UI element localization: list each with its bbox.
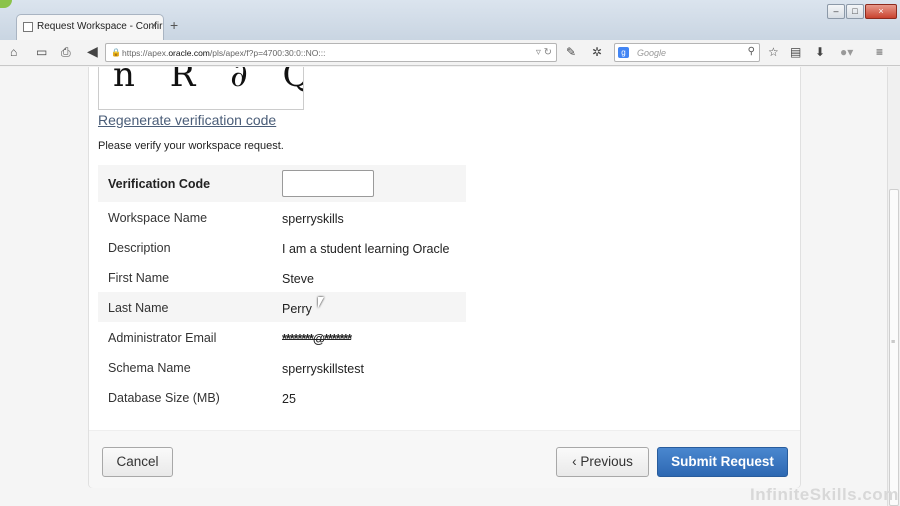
tab-title: Request Workspace - Confirm... [37, 21, 163, 32]
request-workspace-panel: n R ∂ Q D Regenerate verification code P… [88, 67, 801, 488]
table-row: Administrator Email ********@******* [98, 322, 466, 352]
maximize-button[interactable]: □ [846, 4, 864, 19]
description-value: I am a student learning Oracle [282, 242, 450, 256]
url-path: /pls/apex/f?p=4700:30:0::NO::: [209, 48, 326, 58]
database-size-value: 25 [282, 392, 296, 406]
clipboard-icon[interactable]: ▤ [790, 44, 801, 60]
address-bar[interactable]: 🔒 https://apex.oracle.com/pls/apex/f?p=4… [105, 43, 557, 62]
page-viewport: n R ∂ Q D Regenerate verification code P… [0, 67, 887, 506]
search-placeholder: Google [637, 48, 667, 58]
verification-code-input[interactable] [282, 170, 374, 197]
window-icon[interactable]: ▭ [36, 44, 47, 60]
lock-icon: 🔒 [111, 48, 121, 57]
url-prefix: https://apex. [122, 48, 169, 58]
wrench-icon[interactable]: ✎ [566, 44, 576, 60]
first-name-value: Steve [282, 272, 314, 286]
vertical-scrollbar[interactable]: ≡ [887, 67, 900, 506]
app-logo-icon [0, 0, 12, 8]
admin-email-value-redacted: ********@******* [282, 332, 352, 346]
verify-instructions: Please verify your workspace request. [98, 140, 284, 152]
scrollbar-thumb[interactable] [889, 189, 899, 506]
table-row: Schema Name sperryskillstest [98, 352, 466, 382]
browser-tab[interactable]: Request Workspace - Confirm... × [16, 14, 164, 40]
window-titlebar: Request Workspace - Confirm... × + – □ × [0, 0, 900, 40]
schema-name-value: sperryskillstest [282, 362, 364, 376]
cancel-button[interactable]: Cancel [102, 447, 173, 477]
navigation-toolbar: ⌂ ▭ ⎙ ◀ 🔒 https://apex.oracle.com/pls/ap… [0, 40, 900, 66]
url-host: oracle.com [168, 48, 210, 58]
table-row: Workspace Name sperryskills [98, 202, 466, 232]
workspace-name-value: sperryskills [282, 212, 344, 226]
table-row: First Name Steve [98, 262, 466, 292]
last-name-value: Perry [282, 302, 312, 316]
mouse-cursor-icon [318, 297, 324, 308]
captcha-image: n R ∂ Q D [98, 67, 304, 110]
admin-email-label: Administrator Email [108, 331, 217, 345]
last-name-label: Last Name [108, 301, 169, 315]
account-icon[interactable]: ●▾ [840, 44, 853, 60]
gear-icon[interactable]: ✲ [592, 44, 602, 60]
schema-name-label: Schema Name [108, 361, 191, 375]
close-window-button[interactable]: × [865, 4, 897, 19]
watermark-logo: InfiniteSkills.com [750, 485, 899, 504]
menu-icon[interactable]: ≡ [876, 44, 883, 60]
verification-table: Verification Code Workspace Name sperrys… [98, 165, 466, 412]
table-row: Database Size (MB) 25 [98, 382, 466, 412]
verification-code-row: Verification Code [98, 165, 466, 202]
bookmark-star-icon[interactable]: ☆ [768, 44, 779, 60]
button-bar: Cancel ‹ Previous Submit Request [89, 430, 800, 488]
reload-icon[interactable]: ▿ ↻ [536, 47, 552, 58]
captcha-glyphs: n R ∂ Q D [113, 67, 303, 95]
download-icon[interactable]: ⬇ [815, 44, 825, 60]
home-icon[interactable]: ⌂ [10, 44, 17, 60]
previous-button[interactable]: ‹ Previous [556, 447, 649, 477]
first-name-label: First Name [108, 271, 170, 285]
scrollbar-grip-icon: ≡ [891, 339, 896, 346]
print-icon[interactable]: ⎙ [61, 44, 71, 60]
search-box[interactable]: g Google ⚲ [614, 43, 760, 62]
page-favicon-icon [23, 22, 33, 32]
new-tab-button[interactable]: + [170, 17, 178, 33]
table-row: Description I am a student learning Orac… [98, 232, 466, 262]
close-tab-icon[interactable]: × [151, 20, 157, 32]
regenerate-code-link[interactable]: Regenerate verification code [98, 112, 276, 128]
google-icon: g [618, 47, 629, 58]
minimize-button[interactable]: – [827, 4, 845, 19]
database-size-label: Database Size (MB) [108, 391, 220, 405]
description-label: Description [108, 241, 171, 255]
verification-code-label: Verification Code [108, 177, 211, 191]
table-row: Last Name Perry [98, 292, 466, 322]
workspace-name-label: Workspace Name [108, 211, 208, 225]
submit-request-button[interactable]: Submit Request [657, 447, 788, 477]
back-icon[interactable]: ◀ [87, 43, 98, 59]
search-icon[interactable]: ⚲ [748, 46, 755, 57]
